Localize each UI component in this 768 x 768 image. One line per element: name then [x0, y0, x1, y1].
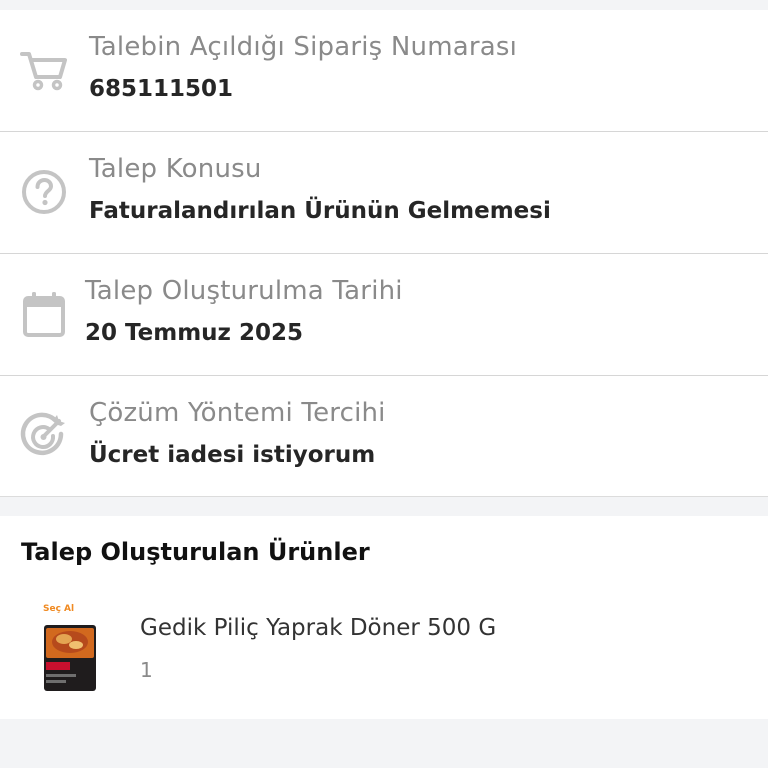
shopping-cart-icon [18, 44, 70, 96]
request-info-card: Talebin Açıldığı Sipariş Numarası 685111… [0, 10, 768, 497]
product-quantity: 1 [140, 658, 153, 682]
product-name[interactable]: Gedik Piliç Yaprak Döner 500 G [140, 615, 496, 641]
resolution-preference-row: Çözüm Yöntemi Tercihi Ücret iadesi istiy… [0, 376, 768, 497]
request-date-value: 20 Temmuz 2025 [85, 320, 303, 346]
request-subject-label: Talep Konusu [89, 154, 262, 184]
product-list-item[interactable]: Seç Al Gedik Piliç Yaprak Döner 500 G 1 [0, 600, 768, 700]
order-number-value: 685111501 [89, 76, 234, 102]
question-circle-icon [18, 166, 70, 218]
request-date-label: Talep Oluşturulma Tarihi [85, 276, 403, 306]
section-title: Talep Oluşturulan Ürünler [21, 538, 370, 566]
request-date-row: Talep Oluşturulma Tarihi 20 Temmuz 2025 [0, 254, 768, 375]
brand-logo: Seç Al [43, 604, 75, 614]
product-image[interactable]: Seç Al [40, 604, 100, 694]
resolution-preference-value: Ücret iadesi istiyorum [89, 442, 376, 468]
resolution-preference-label: Çözüm Yöntemi Tercihi [89, 398, 386, 428]
request-detail-page: Talebin Açıldığı Sipariş Numarası 685111… [0, 0, 768, 768]
calendar-icon [18, 288, 70, 340]
requested-products-card: Talep Oluşturulan Ürünler Seç Al Gedik P… [0, 516, 768, 719]
request-subject-value: Faturalandırılan Ürünün Gelmemesi [89, 198, 551, 224]
order-number-label: Talebin Açıldığı Sipariş Numarası [89, 32, 518, 62]
request-subject-row: Talep Konusu Faturalandırılan Ürünün Gel… [0, 132, 768, 253]
target-arrow-icon [18, 410, 70, 462]
order-number-row: Talebin Açıldığı Sipariş Numarası 685111… [0, 10, 768, 131]
